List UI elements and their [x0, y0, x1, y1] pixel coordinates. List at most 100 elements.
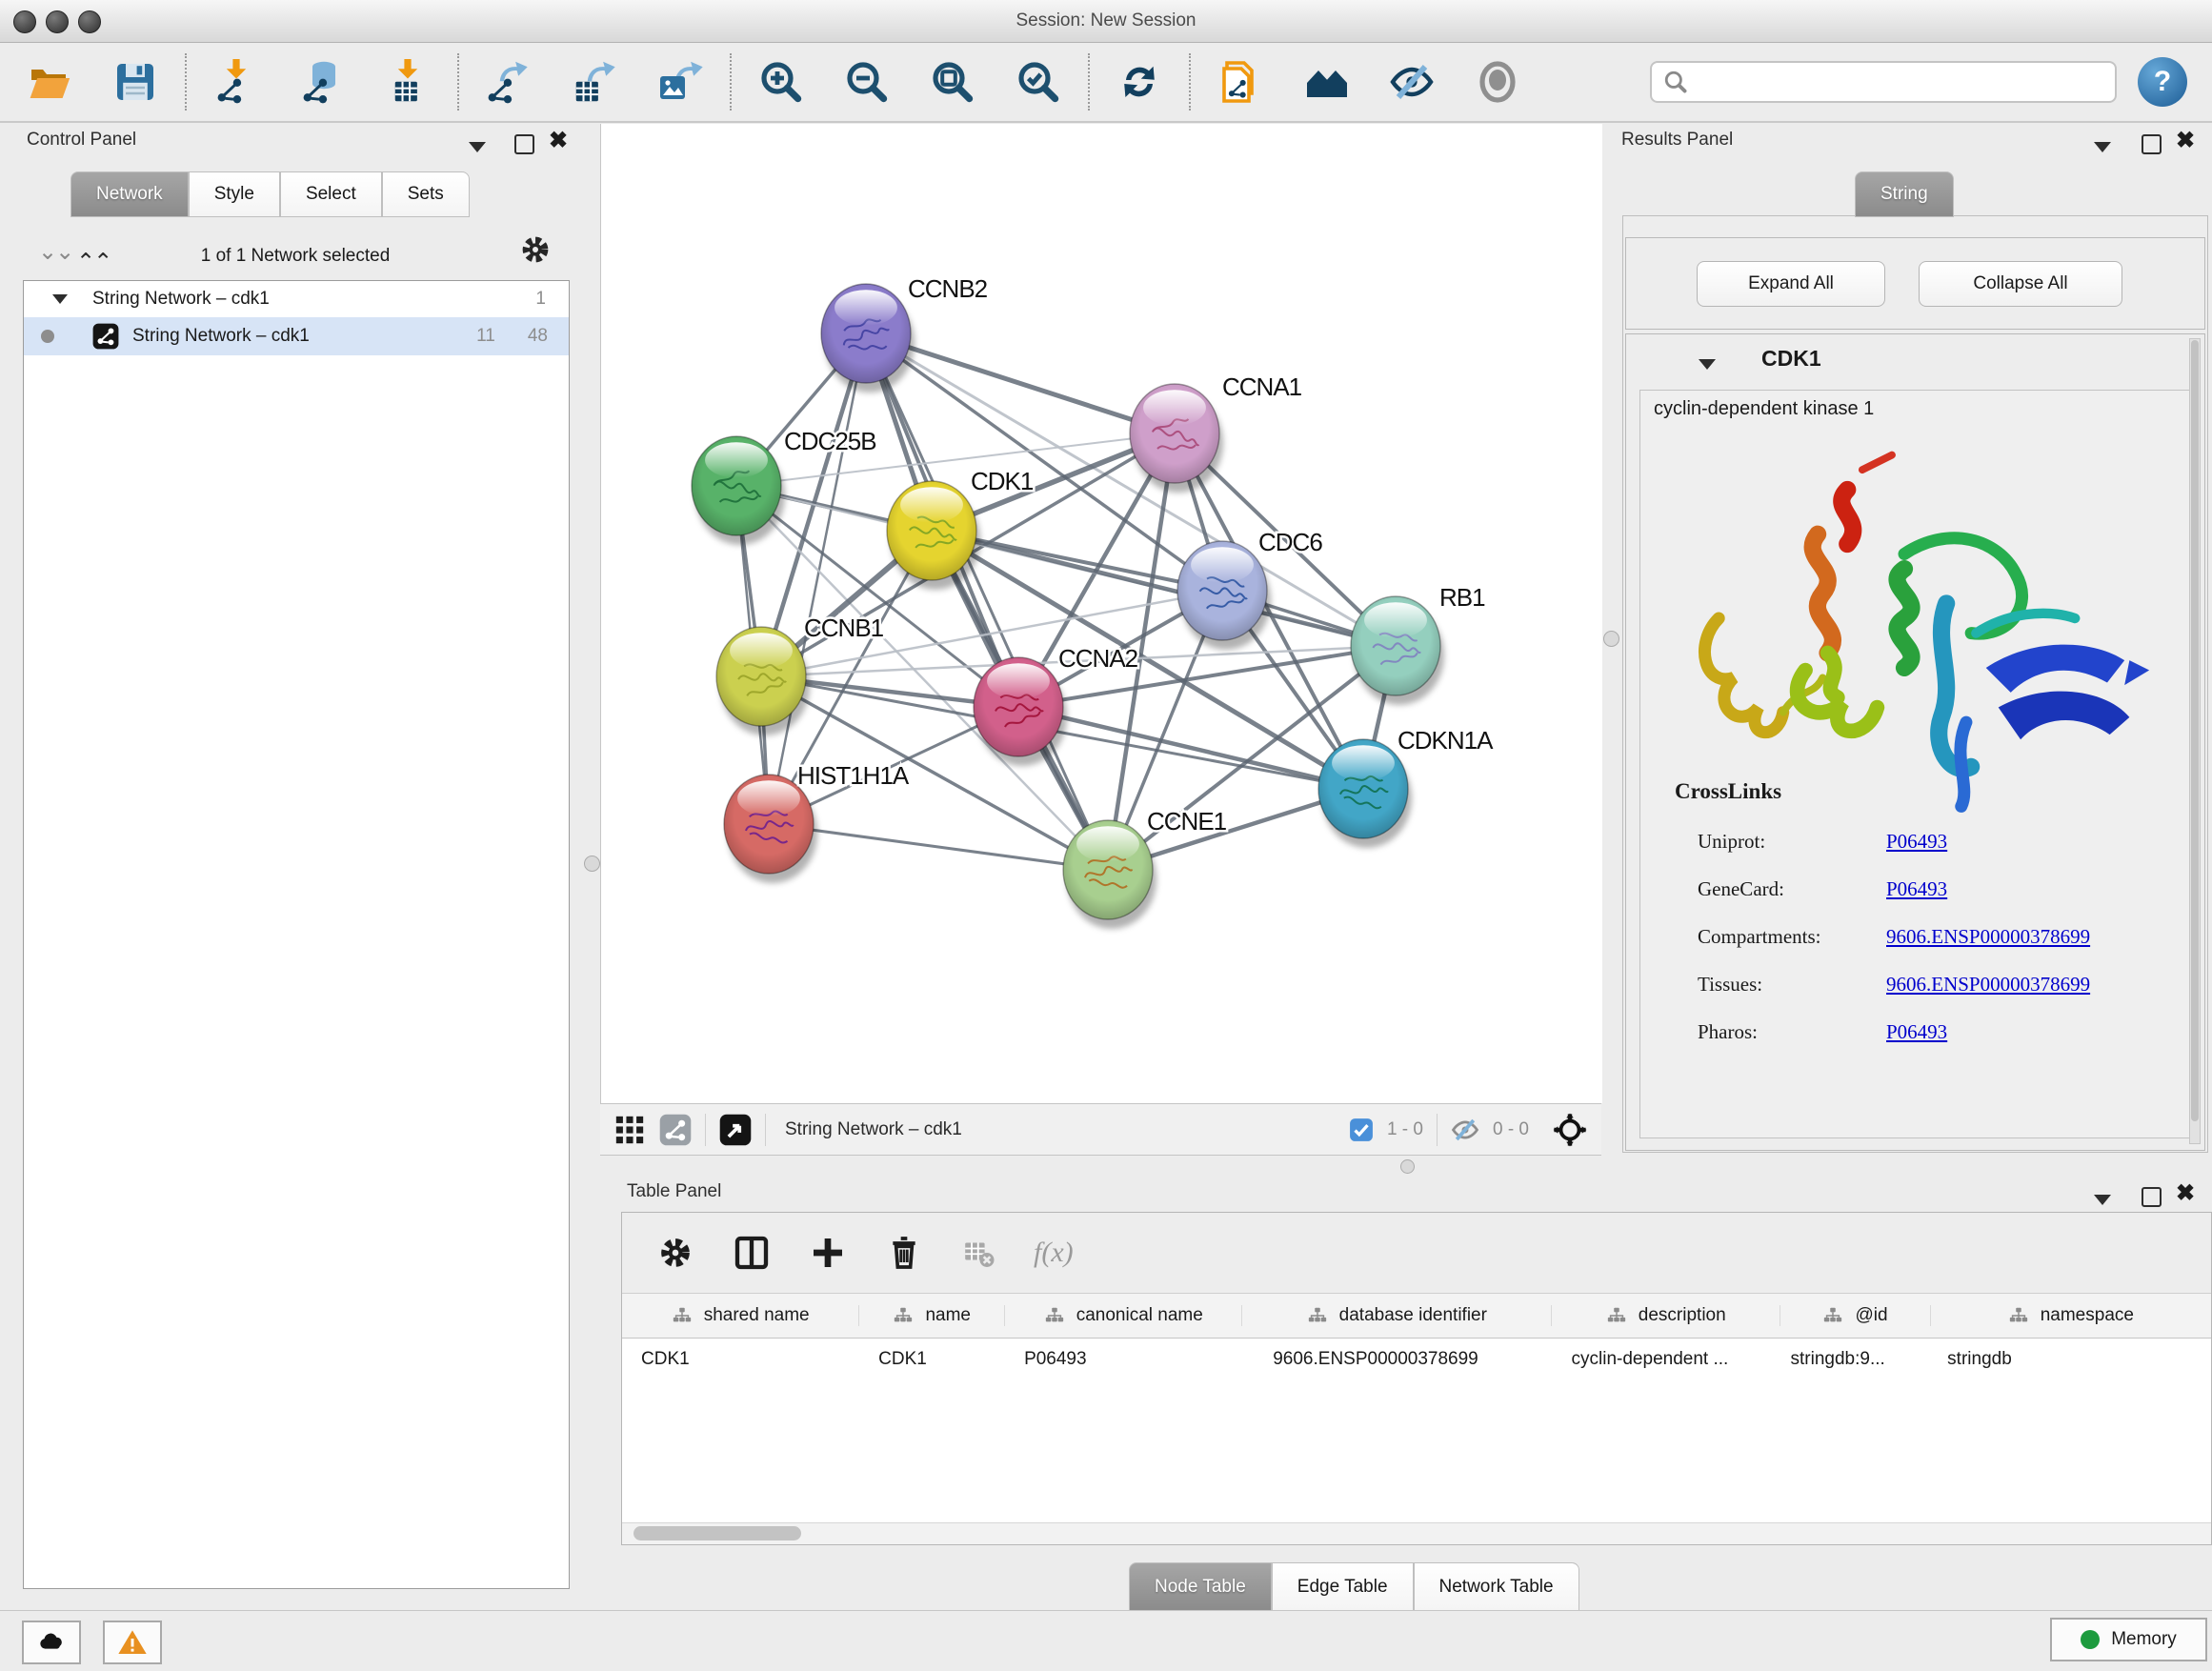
column-header[interactable]: description	[1552, 1305, 1780, 1326]
tab-string[interactable]: String	[1855, 171, 1954, 217]
tab-network-table[interactable]: Network Table	[1414, 1562, 1579, 1612]
control-panel-collapse-icon[interactable]	[469, 140, 486, 157]
network-selection-summary: 1 of 1 Network selected	[114, 246, 476, 267]
grid-view-icon[interactable]	[613, 1114, 646, 1146]
genecard-link[interactable]: P06493	[1886, 865, 2090, 913]
collection-expander-icon[interactable]	[52, 289, 68, 310]
birds-eye-view-icon[interactable]	[719, 1114, 752, 1146]
tab-sets[interactable]: Sets	[382, 171, 470, 217]
import-network-database-icon[interactable]	[299, 59, 345, 105]
column-header[interactable]: database identifier	[1242, 1305, 1552, 1326]
column-header[interactable]: canonical name	[1005, 1305, 1242, 1326]
zoom-fit-icon[interactable]	[930, 59, 975, 105]
cell-description[interactable]: cyclin-dependent ...	[1553, 1349, 1781, 1370]
help-icon[interactable]: ?	[2138, 57, 2187, 107]
refresh-layout-icon[interactable]	[1116, 59, 1162, 105]
compartments-link[interactable]: 9606.ENSP00000378699	[1886, 913, 2090, 960]
network-edge-HIST1H1A-CCNE1[interactable]	[769, 824, 1108, 870]
results-panel-float-icon[interactable]	[2142, 134, 2162, 159]
cell-id[interactable]: stringdb:9...	[1781, 1349, 1931, 1370]
table-panel-float-icon[interactable]	[2142, 1187, 2162, 1212]
cell-shared-name[interactable]: CDK1	[622, 1349, 859, 1370]
cell-name[interactable]: CDK1	[859, 1349, 1005, 1370]
expand-all-button[interactable]: Expand All	[1697, 261, 1885, 307]
collapse-all-button[interactable]: Collapse All	[1919, 261, 2122, 307]
first-neighbors-icon[interactable]	[1303, 59, 1349, 105]
uniprot-link[interactable]: P06493	[1886, 817, 2090, 865]
network-node-CDC25B[interactable]: CDC25B	[692, 427, 876, 545]
expand-all-networks-icon[interactable]: ⌄⌄	[78, 246, 112, 273]
network-node-CDKN1A[interactable]: CDKN1A	[1318, 726, 1494, 848]
control-panel-float-icon[interactable]	[514, 134, 534, 159]
tab-style[interactable]: Style	[189, 171, 280, 217]
footer-separator	[765, 1114, 766, 1146]
tab-node-table[interactable]: Node Table	[1129, 1562, 1272, 1612]
right-splitter-handle[interactable]	[1603, 631, 1619, 647]
network-node-CCNE1[interactable]: CCNE1	[1063, 807, 1227, 929]
memory-button[interactable]: Memory	[2050, 1618, 2207, 1661]
search-field[interactable]	[1650, 61, 2117, 103]
show-columns-icon[interactable]	[733, 1234, 771, 1272]
node-label-CDKN1A: CDKN1A	[1398, 726, 1494, 755]
import-network-file-icon[interactable]	[213, 59, 259, 105]
network-node-CCNB2[interactable]: CCNB2	[821, 274, 988, 393]
selected-count-checkbox-icon[interactable]	[1349, 1117, 1374, 1142]
results-scrollbar[interactable]	[2189, 338, 2201, 1144]
cell-database-identifier[interactable]: 9606.ENSP00000378699	[1242, 1349, 1552, 1370]
save-session-button[interactable]	[112, 59, 158, 105]
network-collection-row[interactable]: String Network – cdk1 1	[24, 281, 569, 317]
zoom-out-icon[interactable]	[844, 59, 890, 105]
network-canvas[interactable]: CCNB2CCNA1CDC25BCDK1CDC6RB1CCNB1CCNA2CDK…	[600, 124, 1602, 1103]
pharos-link[interactable]: P06493	[1886, 1008, 2090, 1056]
export-network-icon[interactable]	[486, 59, 532, 105]
column-header[interactable]: shared name	[622, 1305, 859, 1326]
gene-expander-icon[interactable]	[1699, 357, 1716, 374]
network-node-CCNB1[interactable]: CCNB1	[716, 614, 884, 735]
network-node-RB1[interactable]: RB1	[1351, 583, 1485, 705]
table-panel-collapse-icon[interactable]	[2094, 1193, 2111, 1210]
zoom-in-icon[interactable]	[758, 59, 804, 105]
table-horizontal-scrollbar[interactable]	[622, 1522, 2211, 1544]
collapse-all-networks-icon[interactable]: ⌄⌄	[38, 238, 72, 266]
crosslink-label: Tissues:	[1698, 960, 1821, 1008]
open-session-button[interactable]	[27, 59, 72, 105]
column-header[interactable]: @id	[1780, 1305, 1930, 1326]
delete-table-icon[interactable]	[961, 1236, 995, 1270]
function-builder-icon[interactable]: f(x)	[1034, 1237, 1074, 1269]
hidden-count-eye-icon[interactable]	[1451, 1116, 1479, 1144]
tab-edge-table[interactable]: Edge Table	[1272, 1562, 1414, 1612]
results-panel-collapse-icon[interactable]	[2094, 140, 2111, 157]
results-panel-close-icon[interactable]: ✖	[2176, 131, 2195, 151]
zoom-selected-icon[interactable]	[1016, 59, 1061, 105]
network-view-mode-icon[interactable]	[659, 1114, 692, 1146]
tab-select[interactable]: Select	[280, 171, 382, 217]
import-table-file-icon[interactable]	[385, 59, 431, 105]
fit-content-crosshair-icon[interactable]	[1552, 1112, 1588, 1148]
export-image-icon[interactable]	[657, 59, 703, 105]
hide-selected-icon[interactable]	[1389, 59, 1435, 105]
cell-canonical-name[interactable]: P06493	[1005, 1349, 1242, 1370]
left-splitter-handle[interactable]	[584, 856, 600, 872]
search-input[interactable]	[1688, 71, 2103, 93]
tissues-link[interactable]: 9606.ENSP00000378699	[1886, 960, 2090, 1008]
show-all-icon[interactable]	[1475, 59, 1520, 105]
table-panel-close-icon[interactable]: ✖	[2176, 1184, 2195, 1203]
delete-column-trash-icon[interactable]	[885, 1234, 923, 1272]
network-node-HIST1H1A[interactable]: HIST1H1A	[724, 761, 910, 883]
warnings-button[interactable]	[103, 1621, 162, 1664]
export-table-icon[interactable]	[572, 59, 617, 105]
add-column-icon[interactable]	[809, 1234, 847, 1272]
table-settings-gear-icon[interactable]	[656, 1234, 694, 1272]
tab-network[interactable]: Network	[70, 171, 189, 217]
cell-namespace[interactable]: stringdb	[1930, 1349, 2211, 1370]
network-panel-gear-icon[interactable]	[518, 232, 553, 272]
network-snapshot-icon[interactable]	[1217, 59, 1263, 105]
control-panel-close-icon[interactable]: ✖	[549, 131, 568, 151]
cloud-status-button[interactable]	[22, 1621, 81, 1664]
network-edge-CCNB2-HIST1H1A[interactable]	[769, 333, 866, 824]
column-header[interactable]: name	[859, 1305, 1005, 1326]
horizontal-splitter-handle[interactable]	[1400, 1159, 1415, 1174]
column-header[interactable]: namespace	[1931, 1305, 2211, 1326]
network-row-selected[interactable]: String Network – cdk1 11 48	[24, 317, 569, 355]
table-row[interactable]: CDK1 CDK1 P06493 9606.ENSP00000378699 cy…	[622, 1339, 2211, 1380]
